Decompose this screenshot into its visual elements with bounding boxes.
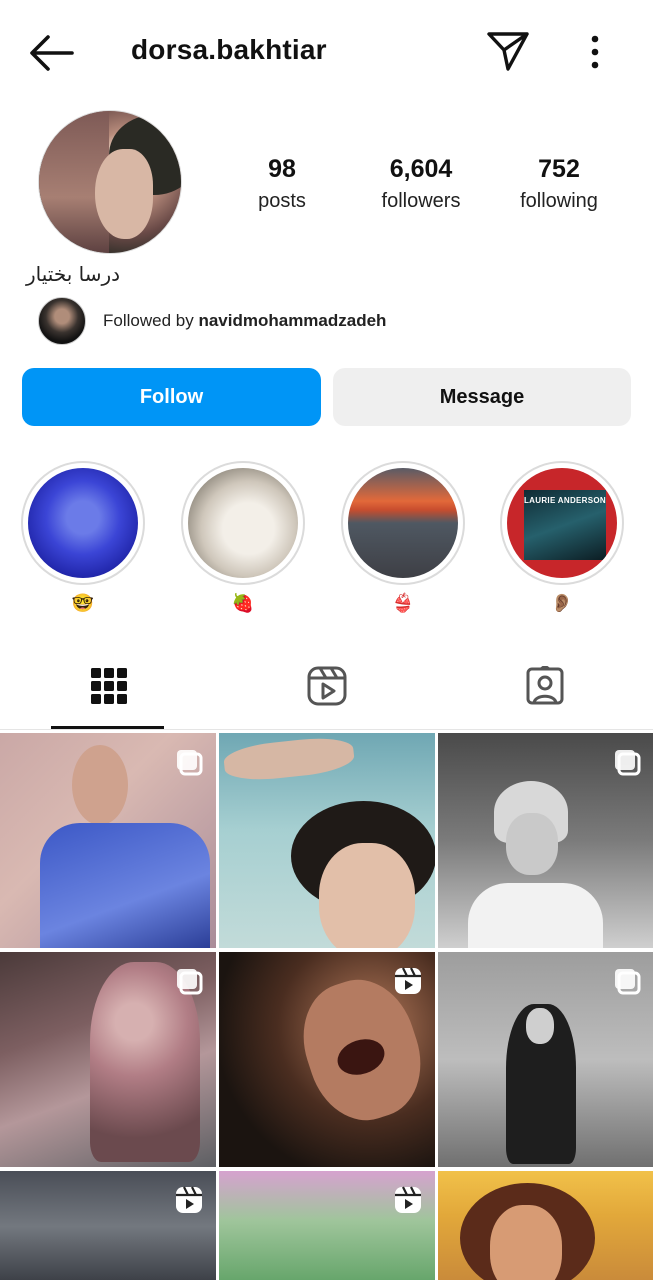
followed-by-username[interactable]: navidmohammadzadeh xyxy=(198,311,386,330)
post-tile[interactable] xyxy=(438,952,653,1167)
followed-by-row[interactable]: Followed by navidmohammadzadeh xyxy=(38,297,598,345)
profile-tabs xyxy=(0,650,653,730)
carousel-icon xyxy=(177,750,203,776)
followers-label: followers xyxy=(381,190,461,212)
post-tile[interactable] xyxy=(219,952,435,1167)
reel-icon xyxy=(395,1186,421,1213)
post-tile[interactable] xyxy=(0,1171,216,1280)
tab-reels[interactable] xyxy=(218,650,435,730)
posts-label: posts xyxy=(258,190,306,212)
highlight-cover: LAURIE ANDERSON xyxy=(507,468,617,578)
stat-following[interactable]: 752 following xyxy=(489,152,629,216)
followed-by-prefix: Followed by xyxy=(103,311,194,330)
grid-icon xyxy=(90,668,127,704)
highlight-cover xyxy=(348,468,458,578)
following-label: following xyxy=(520,190,598,212)
profile-avatar[interactable] xyxy=(38,110,182,254)
followed-by-text: Followed by navidmohammadzadeh xyxy=(103,311,386,331)
stat-followers[interactable]: 6,604 followers xyxy=(351,152,491,216)
carousel-icon xyxy=(177,969,203,995)
album-cover-text: LAURIE ANDERSON xyxy=(524,496,606,505)
follow-button[interactable]: Follow xyxy=(22,368,321,426)
post-tile[interactable] xyxy=(438,1171,653,1280)
carousel-icon xyxy=(615,750,641,776)
story-highlight-1[interactable]: 🤓 xyxy=(21,461,145,614)
reels-icon xyxy=(307,666,346,706)
post-tile[interactable] xyxy=(0,733,216,948)
display-name: درسا بختیار xyxy=(26,262,121,286)
highlight-cover xyxy=(188,468,298,578)
stat-posts[interactable]: 98 posts xyxy=(212,152,352,216)
profile-header: dorsa.bakhtiar xyxy=(0,0,653,105)
story-highlight-3[interactable]: 👙 xyxy=(341,461,465,614)
following-count: 752 xyxy=(538,155,580,183)
highlight-title: 🍓 xyxy=(231,593,255,614)
highlight-title: 👂🏽 xyxy=(550,593,574,614)
story-highlight-2[interactable]: 🍓 xyxy=(181,461,305,614)
highlight-title: 🤓 xyxy=(71,593,95,614)
followers-count: 6,604 xyxy=(389,155,453,183)
arrow-left-icon[interactable] xyxy=(28,34,74,72)
reel-icon xyxy=(176,1186,202,1213)
message-button[interactable]: Message xyxy=(333,368,631,426)
reel-icon xyxy=(395,967,421,994)
highlight-title: 👙 xyxy=(391,593,415,614)
tab-posts-grid[interactable] xyxy=(0,650,217,730)
carousel-icon xyxy=(615,969,641,995)
highlight-cover xyxy=(28,468,138,578)
post-tile[interactable] xyxy=(0,952,216,1167)
more-vertical-icon[interactable] xyxy=(584,34,606,70)
tab-tagged[interactable] xyxy=(436,650,653,730)
profile-username: dorsa.bakhtiar xyxy=(131,34,327,65)
story-highlight-4[interactable]: LAURIE ANDERSON 👂🏽 xyxy=(500,461,624,614)
post-tile[interactable] xyxy=(219,1171,435,1280)
mutual-follower-avatar[interactable] xyxy=(38,297,86,345)
posts-count: 98 xyxy=(268,155,296,183)
paper-plane-icon[interactable] xyxy=(486,30,530,72)
post-tile[interactable] xyxy=(219,733,435,948)
post-tile[interactable] xyxy=(438,733,653,948)
tagged-user-icon xyxy=(526,666,563,705)
